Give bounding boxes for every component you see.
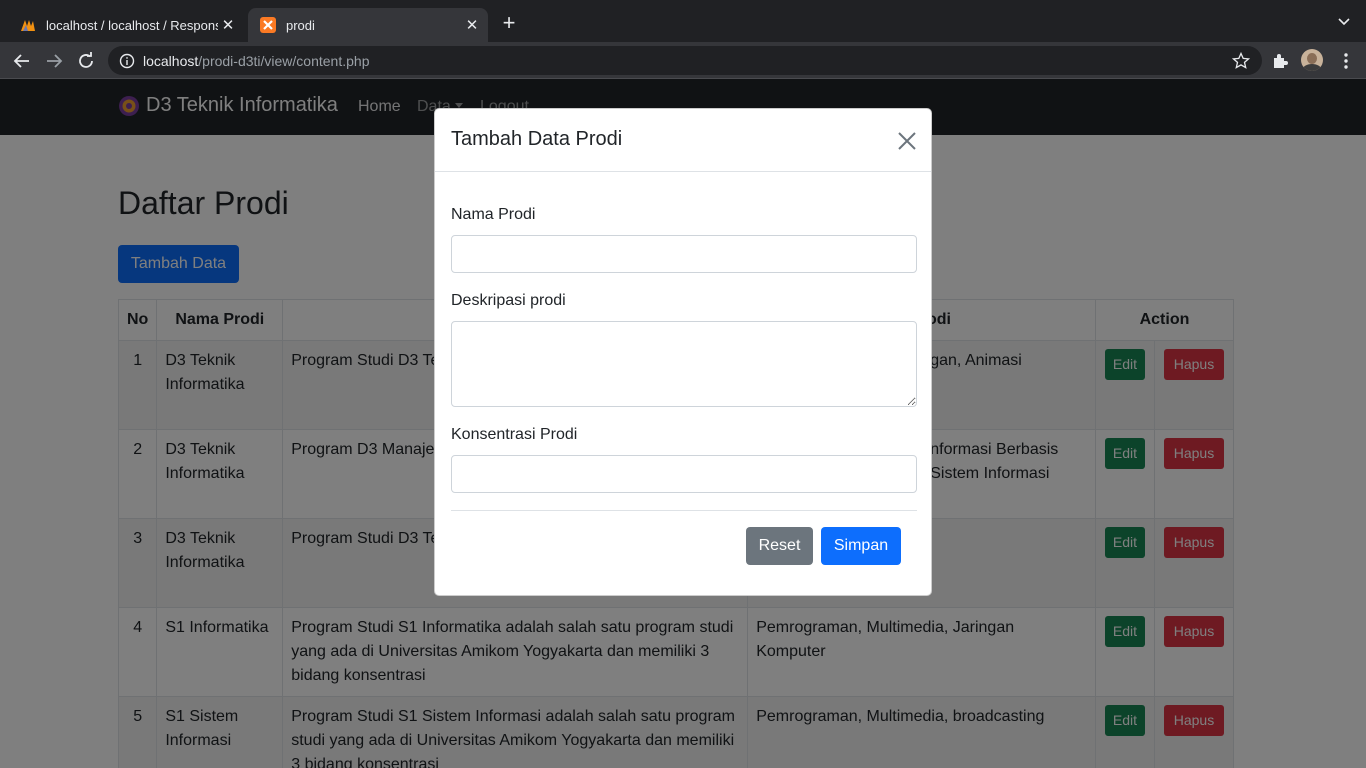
new-tab-button[interactable]: +	[498, 12, 520, 34]
konsentrasi-label: Konsentrasi Prodi	[451, 426, 578, 443]
tab-title: localhost / localhost / Respons	[46, 17, 218, 33]
info-icon[interactable]	[119, 53, 135, 69]
konsentrasi-input[interactable]	[451, 455, 917, 493]
avatar[interactable]	[1301, 49, 1323, 71]
modal-header: Tambah Data Prodi	[435, 109, 931, 172]
close-tab-icon[interactable]: ✕	[462, 16, 482, 34]
nama-prodi-input[interactable]	[451, 235, 917, 273]
extensions-icon[interactable]	[1270, 51, 1290, 71]
browser-toolbar: localhost/prodi-d3ti/view/content.php	[0, 42, 1366, 79]
close-icon[interactable]	[895, 129, 919, 153]
nama-prodi-label: Nama Prodi	[451, 206, 536, 223]
browser-tab-phpmyadmin[interactable]: localhost / localhost / Respons ✕	[8, 8, 244, 42]
forward-button[interactable]	[42, 49, 66, 73]
url-path: /prodi-d3ti/view/content.php	[198, 52, 370, 69]
phpmyadmin-icon	[21, 20, 35, 31]
reload-button[interactable]	[74, 49, 98, 73]
star-icon[interactable]	[1232, 52, 1250, 70]
close-tab-icon[interactable]: ✕	[218, 16, 238, 34]
xampp-icon	[260, 17, 276, 33]
back-button[interactable]	[10, 49, 34, 73]
address-bar[interactable]: localhost/prodi-d3ti/view/content.php	[108, 46, 1262, 75]
deskripsi-label: Deskripasi prodi	[451, 292, 566, 309]
tab-title: prodi	[286, 17, 315, 33]
save-button[interactable]: Simpan	[821, 527, 901, 565]
url-host: localhost	[143, 52, 199, 69]
modal-title: Tambah Data Prodi	[451, 128, 623, 150]
page-content: D3 Teknik Informatika Home Data Logout D…	[0, 79, 1366, 768]
reset-button[interactable]: Reset	[746, 527, 813, 565]
arrow-left-icon	[13, 54, 29, 68]
form-divider	[451, 510, 917, 511]
reload-icon	[79, 52, 93, 68]
deskripsi-textarea[interactable]	[451, 321, 917, 407]
browser-tab-strip: localhost / localhost / Respons ✕ prodi …	[0, 0, 1366, 42]
chevron-down-icon[interactable]	[1336, 13, 1352, 29]
menu-dots-icon[interactable]	[1336, 51, 1356, 71]
arrow-right-icon	[47, 54, 63, 68]
add-prodi-modal: Tambah Data Prodi Nama Prodi Deskripasi …	[434, 108, 932, 596]
browser-tab-prodi[interactable]: prodi ✕	[248, 8, 488, 42]
